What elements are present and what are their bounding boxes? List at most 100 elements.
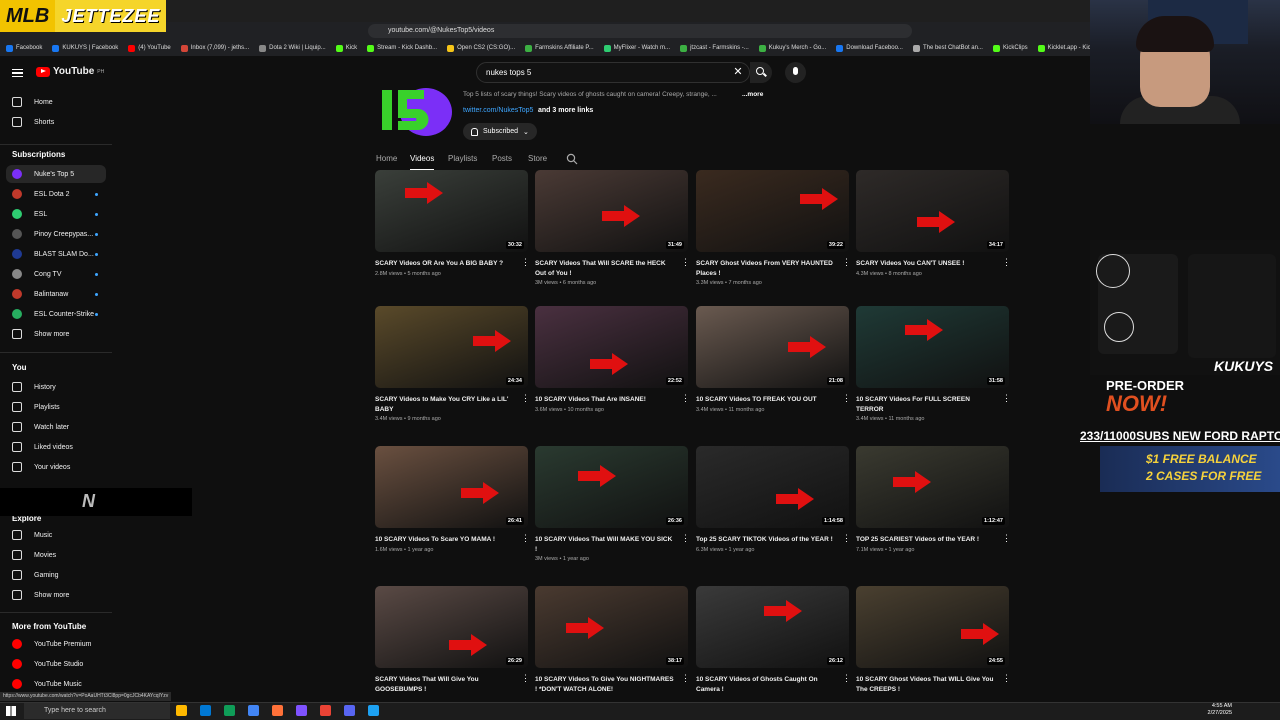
sidebar-item-you[interactable]: Watch later [0,418,112,436]
video-title[interactable]: SCARY Videos You CAN'T UNSEE ! [856,259,996,269]
app-icon[interactable] [368,705,379,716]
tab-videos[interactable]: Videos [410,154,435,170]
more-options-icon[interactable] [521,257,530,268]
search-button[interactable] [750,62,772,83]
video-title[interactable]: TOP 25 SCARIEST Videos of the YEAR ! [856,535,996,545]
sidebar-item-home[interactable]: Home [0,93,112,111]
more-options-icon[interactable] [1002,393,1011,404]
tab-posts[interactable]: Posts [492,154,512,170]
channel-avatar[interactable] [376,84,452,136]
clear-search-icon[interactable]: ✕ [732,66,744,78]
more-options-icon[interactable] [521,393,530,404]
sidebar-item-you[interactable]: Liked videos [0,438,112,456]
chrome-icon[interactable] [224,705,235,716]
more-options-icon[interactable] [1002,257,1011,268]
video-thumbnail[interactable]: 34:17 [856,170,1009,252]
sidebar-item-subscription[interactable]: Nuke's Top 5 [6,165,106,183]
video-card[interactable]: 24:55 10 SCARY Ghost Videos That WILL Giv… [856,586,1011,694]
video-card[interactable]: 21:08 10 SCARY Videos TO FREAK YOU OUT 3.4… [696,306,851,413]
sidebar-item-subscription[interactable]: ESL Counter-Strike [0,305,112,323]
sidebar-item-more[interactable]: YouTube Premium [0,635,112,653]
video-thumbnail[interactable]: 26:36 [535,446,688,528]
more-options-icon[interactable] [1002,673,1011,684]
video-card[interactable]: 31:58 10 SCARY Videos For FULL SCREEN TER… [856,306,1011,422]
bookmark-item[interactable]: Kukuy's Merch - Go... [758,44,826,52]
video-thumbnail[interactable]: 1:12:47 [856,446,1009,528]
more-options-icon[interactable] [521,533,530,544]
more-options-icon[interactable] [842,257,851,268]
video-thumbnail[interactable]: 38:17 [535,586,688,668]
sidebar-item-subscription[interactable]: Pinoy Creepypas... [0,225,112,243]
subscriptions-heading[interactable]: Subscriptions [12,150,65,159]
video-card[interactable]: 22:52 10 SCARY Videos That Are INSANE! 3.6… [535,306,690,413]
brave-icon[interactable] [272,705,283,716]
video-thumbnail[interactable]: 31:58 [856,306,1009,388]
subscribed-button[interactable]: Subscribed ⌄ [463,123,537,140]
video-thumbnail[interactable]: 24:34 [375,306,528,388]
video-card[interactable]: 38:17 10 SCARY Videos To Give You NIGHTMA… [535,586,690,694]
video-thumbnail[interactable]: 22:52 [535,306,688,388]
bookmark-item[interactable]: (4) YouTube [128,44,171,52]
video-card[interactable]: 31:49 SCARY Videos That Will SCARE the HE… [535,170,690,286]
bookmark-item[interactable]: MyFlixer - Watch m... [603,44,670,52]
tab-store[interactable]: Store [528,154,547,170]
search-input[interactable]: nukes tops 5 [476,62,750,83]
video-title[interactable]: SCARY Videos That Will SCARE the HECK Ou… [535,259,675,278]
video-card[interactable]: 1:14:58 Top 25 SCARY TIKTOK Videos of the… [696,446,851,553]
more-options-icon[interactable] [681,533,690,544]
file-explorer-icon[interactable] [176,705,187,716]
sidebar-item-you[interactable]: Playlists [0,398,112,416]
video-thumbnail[interactable]: 1:14:58 [696,446,849,528]
video-title[interactable]: 10 SCARY Videos of Ghosts Caught On Came… [696,675,836,694]
channel-more-link[interactable]: ...more [742,91,763,98]
sidebar-item-subscription[interactable]: ESL Dota 2 [0,185,112,203]
sidebar-show-more[interactable]: Show more [0,325,112,343]
bookmark-item[interactable]: Inbox (7,099) - jeths... [180,44,249,52]
sidebar-item-subscription[interactable]: Cong TV [0,265,112,283]
video-title[interactable]: 10 SCARY Videos To Give You NIGHTMARES !… [535,675,675,694]
video-thumbnail[interactable]: 26:41 [375,446,528,528]
more-links[interactable]: and 3 more links [538,107,593,114]
sidebar-item-subscription[interactable]: ESL [0,205,112,223]
channel-external-link[interactable]: twitter.com/NukesTop5 [463,107,533,114]
sidebar-item-shorts[interactable]: Shorts [0,113,112,131]
windows-start-icon[interactable] [6,706,16,716]
video-card[interactable]: 24:34 SCARY Videos to Make You CRY Like a… [375,306,530,422]
channel-search-icon[interactable] [566,153,578,165]
bookmark-item[interactable]: Open CS2 (CS:GO)... [447,44,515,52]
sidebar-item-you[interactable]: History [0,378,112,396]
chrome-icon[interactable] [248,705,259,716]
sidebar-item-explore[interactable]: Movies [0,546,112,564]
video-thumbnail[interactable]: 26:12 [696,586,849,668]
video-thumbnail[interactable]: 26:29 [375,586,528,668]
you-heading[interactable]: You [12,363,27,372]
more-options-icon[interactable] [521,673,530,684]
tab-playlists[interactable]: Playlists [448,154,477,170]
video-title[interactable]: 10 SCARY Videos To Scare YO MAMA ! [375,535,515,545]
video-card[interactable]: 26:36 10 SCARY Videos That Will MAKE YOU … [535,446,690,562]
app-icon[interactable] [320,705,331,716]
video-title[interactable]: Top 25 SCARY TIKTOK Videos of the YEAR ! [696,535,836,545]
sidebar-item-explore[interactable]: Music [0,526,112,544]
bookmark-item[interactable]: KickClips [992,44,1028,52]
sidebar-item-subscription[interactable]: Balintanaw [0,285,112,303]
sidebar-item-more[interactable]: YouTube Studio [0,655,112,673]
taskbar-search-input[interactable]: Type here to search [24,703,170,719]
voice-search-button[interactable] [785,62,806,83]
video-title[interactable]: 10 SCARY Videos That Are INSANE! [535,395,675,405]
discord-icon[interactable] [344,705,355,716]
bookmark-item[interactable]: Facebook [6,44,42,52]
bookmark-item[interactable]: Farmskins Affiliate P... [525,44,594,52]
video-card[interactable]: 26:29 SCARY Videos That Will Give You GOO… [375,586,530,694]
app-icon[interactable] [296,705,307,716]
video-card[interactable]: 26:41 10 SCARY Videos To Scare YO MAMA ! 1… [375,446,530,553]
menu-icon[interactable] [12,69,23,77]
bookmark-item[interactable]: The best ChatBot an... [912,44,983,52]
sidebar-item-you[interactable]: Your videos [0,458,112,476]
video-card[interactable]: 39:22 SCARY Ghost Videos From VERY HAUNTE… [696,170,851,286]
youtube-logo[interactable]: YouTube PH [36,66,104,77]
sidebar-item-subscription[interactable]: BLAST SLAM Do... [0,245,112,263]
video-thumbnail[interactable]: 24:55 [856,586,1009,668]
bookmark-item[interactable]: KUKUYS | Facebook [52,44,118,52]
more-options-icon[interactable] [842,533,851,544]
